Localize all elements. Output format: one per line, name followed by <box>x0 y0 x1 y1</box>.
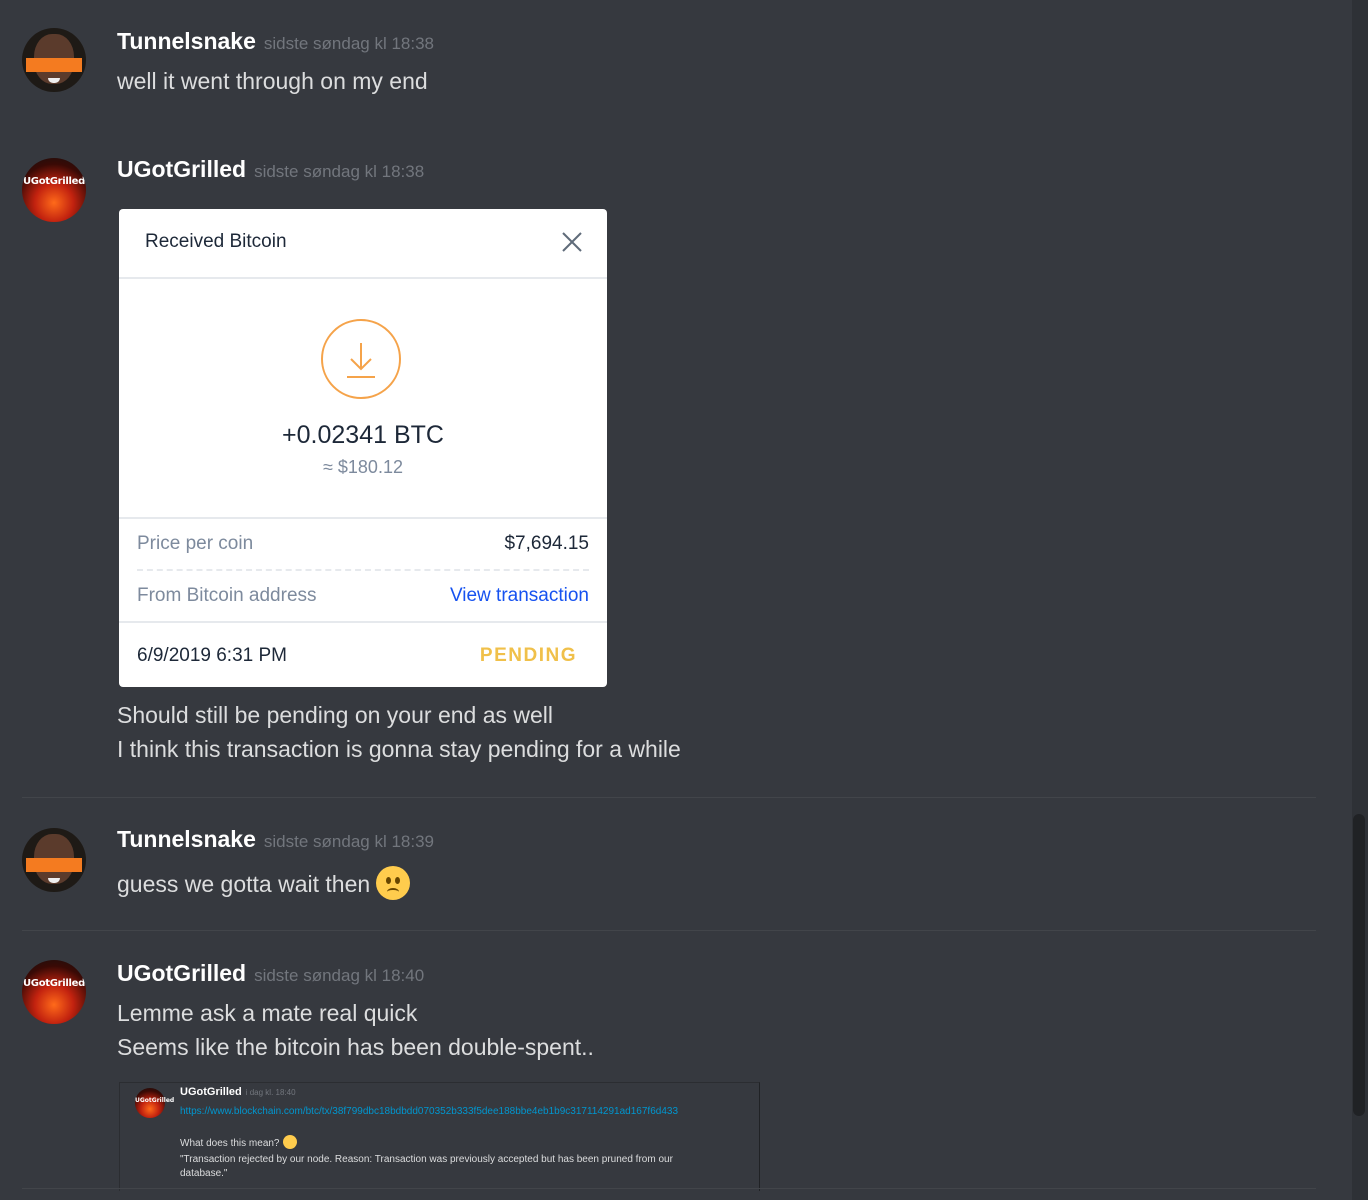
avatar[interactable]: UGotGrilled <box>22 960 86 1024</box>
frowning-face-emoji[interactable] <box>376 866 411 900</box>
divider <box>137 569 589 571</box>
message-divider <box>22 1188 1316 1189</box>
avatar: UGotGrilled <box>135 1088 174 1118</box>
message-text: I think this transaction is gonna stay p… <box>117 736 681 762</box>
card-header: Received Bitcoin <box>119 209 607 279</box>
avatar[interactable] <box>22 828 86 892</box>
embed-link: https://www.blockchain.com/btc/tx/38f799… <box>180 1106 679 1117</box>
message-text: Seems like the bitcoin has been double-s… <box>117 1034 594 1060</box>
btc-amount: +0.02341 BTC <box>282 421 444 449</box>
download-icon <box>321 319 401 399</box>
divider <box>119 517 607 519</box>
from-label: From Bitcoin address <box>137 585 317 606</box>
timestamp: sidste søndag kl 18:38 <box>263 34 434 53</box>
message-text: Should still be pending on your end as w… <box>117 702 554 728</box>
embed-question: What does this mean? <box>180 1135 297 1150</box>
close-icon <box>562 232 582 252</box>
transaction-date: 6/9/2019 6:31 PM <box>137 645 287 666</box>
username[interactable]: UGotGrilled sidste søndag kl 18:38 <box>117 156 424 183</box>
message-text: well it went through on my end <box>117 68 428 94</box>
timestamp: sidste søndag kl 18:40 <box>254 966 425 985</box>
card-title: Received Bitcoin <box>145 231 287 252</box>
scrollbar-thumb[interactable] <box>1353 814 1365 1116</box>
username[interactable]: Tunnelsnake sidste søndag kl 18:38 <box>117 28 434 55</box>
avatar[interactable]: UGotGrilled <box>22 158 86 222</box>
embed-quote: "Transaction rejected by our node. Reaso… <box>180 1154 673 1165</box>
price-value: $7,694.15 <box>504 533 589 554</box>
embed-timestamp: i dag kl. 18:40 <box>245 1088 296 1097</box>
embed-username: UGotGrilled i dag kl. 18:40 <box>180 1086 296 1098</box>
message-text: Lemme ask a mate real quick <box>117 1000 418 1026</box>
avatar[interactable] <box>22 28 86 92</box>
message-divider <box>22 930 1316 931</box>
username[interactable]: UGotGrilled sidste søndag kl 18:40 <box>117 960 424 987</box>
price-label: Price per coin <box>137 533 254 554</box>
view-transaction-link: View transaction <box>449 585 589 606</box>
message-text: guess we gotta wait then <box>117 866 411 900</box>
message-divider <box>22 797 1316 798</box>
status-badge: PENDING <box>479 645 577 666</box>
open-mouth-face-emoji <box>282 1135 297 1149</box>
embed-quote: database." <box>180 1168 228 1179</box>
divider <box>119 621 607 623</box>
embedded-screenshot-image[interactable]: UGotGrilled UGotGrilled i dag kl. 18:40 h… <box>119 1082 760 1191</box>
username[interactable]: Tunnelsnake sidste søndag kl 18:39 <box>117 826 434 853</box>
received-bitcoin-image[interactable]: Received Bitcoin +0.02341 BTC ≈ $180.12 … <box>119 209 607 687</box>
timestamp: sidste søndag kl 18:38 <box>254 162 425 181</box>
usd-amount: ≈ $180.12 <box>323 457 403 477</box>
timestamp: sidste søndag kl 18:39 <box>263 832 434 851</box>
